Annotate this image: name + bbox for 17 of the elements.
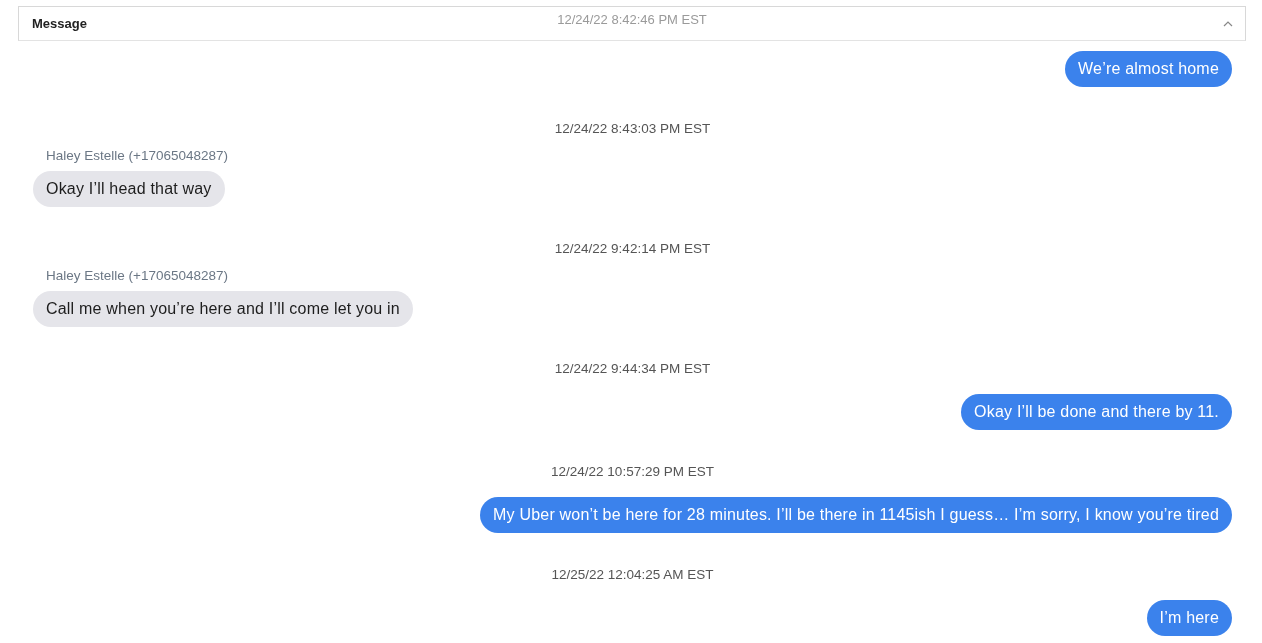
sender-name: Haley Estelle (+17065048287) [46,148,228,164]
message-bubble: Okay I’ll be done and there by 11. [961,394,1232,430]
message-bubble: I’m here [1146,600,1232,636]
sender-name: Haley Estelle (+17065048287) [46,268,228,284]
column-header[interactable]: Message 12/24/22 8:42:46 PM EST [18,6,1246,41]
column-title: Message [32,16,87,31]
message-bubble: Call me when you’re here and I’ll come let you in [33,291,413,327]
chevron-up-icon[interactable] [1223,20,1233,27]
timestamp: 12/24/22 10:57:29 PM EST [551,464,714,480]
timestamp: 12/24/22 8:43:03 PM EST [554,121,711,137]
timestamp: 12/24/22 9:42:14 PM EST [554,241,711,257]
timestamp: 12/25/22 12:04:25 AM EST [551,567,714,583]
message-bubble: My Uber won’t be here for 28 minutes. I’ll be there in 1145ish I guess… I’m sorry, I know you’re tired [480,497,1232,533]
message-bubble: We’re almost home [1065,51,1232,87]
message-bubble: Okay I’ll head that way [33,171,225,207]
timestamp: 12/24/22 8:42:46 PM EST [557,12,707,27]
timestamp: 12/24/22 9:44:34 PM EST [554,361,711,377]
